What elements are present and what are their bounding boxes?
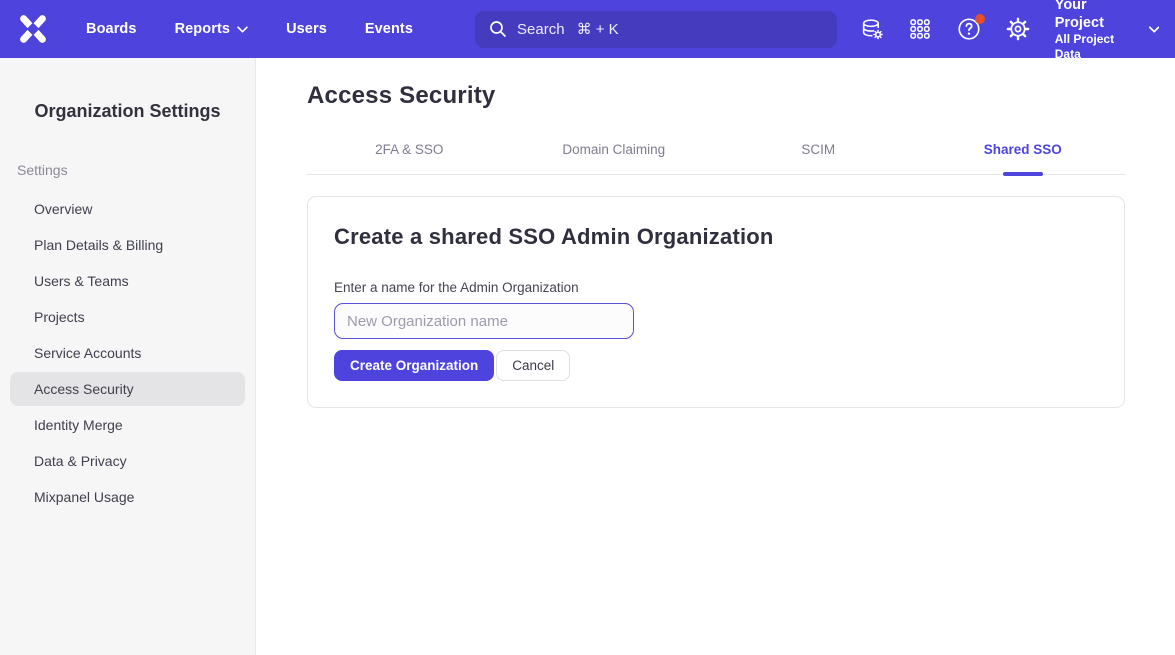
sidebar-item-users-teams[interactable]: Users & Teams [10,264,245,298]
search-input[interactable]: Search ⌘ + K [475,11,837,48]
sidebar-item-label: Identity Merge [34,417,123,433]
tab-label: SCIM [801,142,835,157]
nav-reports-label: Reports [175,21,231,37]
apps-grid-icon [908,17,932,41]
sidebar-item-label: Users & Teams [34,273,129,289]
apps-grid-button[interactable] [908,16,933,42]
sidebar-item-identity-merge[interactable]: Identity Merge [10,408,245,442]
project-switcher[interactable]: Your Project All Project Data [1055,0,1159,62]
nav-reports[interactable]: Reports [175,21,249,37]
settings-gear-icon [1005,16,1031,42]
sidebar-title: Organization Settings [0,101,255,122]
help-button[interactable] [956,16,982,42]
top-navigation-bar: Boards Reports Users Events Search ⌘ + K [0,0,1175,58]
card-title: Create a shared SSO Admin Organization [334,224,1098,250]
chevron-down-icon [237,26,248,33]
sidebar-item-label: Projects [34,309,85,325]
sidebar-item-label: Access Security [34,381,134,397]
topbar-actions: Your Project All Project Data [837,0,1159,62]
sidebar-item-label: Plan Details & Billing [34,237,163,253]
nav-events-label: Events [365,21,413,37]
sidebar-item-overview[interactable]: Overview [10,192,245,226]
sidebar-item-label: Overview [34,201,92,217]
notification-dot [975,14,985,24]
tab-scim[interactable]: SCIM [716,142,921,174]
settings-button[interactable] [1005,16,1031,42]
nav-events[interactable]: Events [365,21,413,37]
topnav: Boards Reports Users Events [86,21,451,37]
tab-shared-sso[interactable]: Shared SSO [921,142,1126,174]
sidebar-item-projects[interactable]: Projects [10,300,245,334]
sidebar-item-data-privacy[interactable]: Data & Privacy [10,444,245,478]
search-placeholder: Search [517,21,565,38]
access-security-tabs: 2FA & SSO Domain Claiming SCIM Shared SS… [307,142,1125,175]
nav-users[interactable]: Users [286,21,327,37]
sidebar-item-label: Mixpanel Usage [34,489,134,505]
tab-label: Domain Claiming [562,142,665,157]
sidebar-item-service-accounts[interactable]: Service Accounts [10,336,245,370]
page-title: Access Security [307,82,1125,110]
sidebar-item-plan-details-billing[interactable]: Plan Details & Billing [10,228,245,262]
main-content: Access Security 2FA & SSO Domain Claimin… [256,58,1175,655]
tab-2fa-sso[interactable]: 2FA & SSO [307,142,512,174]
data-management-button[interactable] [860,16,885,42]
create-shared-sso-card: Create a shared SSO Admin Organization E… [307,196,1125,408]
tab-label: Shared SSO [984,142,1062,157]
sidebar-item-label: Service Accounts [34,345,141,361]
project-name: Your Project [1055,0,1139,32]
tab-domain-claiming[interactable]: Domain Claiming [512,142,717,174]
sidebar-item-label: Data & Privacy [34,453,127,469]
nav-boards-label: Boards [86,21,137,37]
nav-users-label: Users [286,21,327,37]
sidebar-item-access-security[interactable]: Access Security [10,372,245,406]
organization-name-input[interactable] [334,303,634,339]
search-icon [489,20,507,38]
tab-label: 2FA & SSO [375,142,443,157]
search-shortcut: ⌘ + K [577,20,619,38]
organization-settings-sidebar: Organization Settings Settings Overview … [0,58,256,655]
nav-boards[interactable]: Boards [86,21,137,37]
cancel-button[interactable]: Cancel [496,350,570,381]
card-actions: Create Organization Cancel [334,350,1098,381]
sidebar-section-label: Settings [0,162,255,178]
sidebar-item-mixpanel-usage[interactable]: Mixpanel Usage [10,480,245,514]
mixpanel-logo-icon[interactable] [18,14,48,44]
create-organization-button[interactable]: Create Organization [334,350,494,381]
organization-name-label: Enter a name for the Admin Organization [334,280,1098,295]
chevron-down-icon [1149,26,1159,33]
data-management-icon [860,17,885,42]
